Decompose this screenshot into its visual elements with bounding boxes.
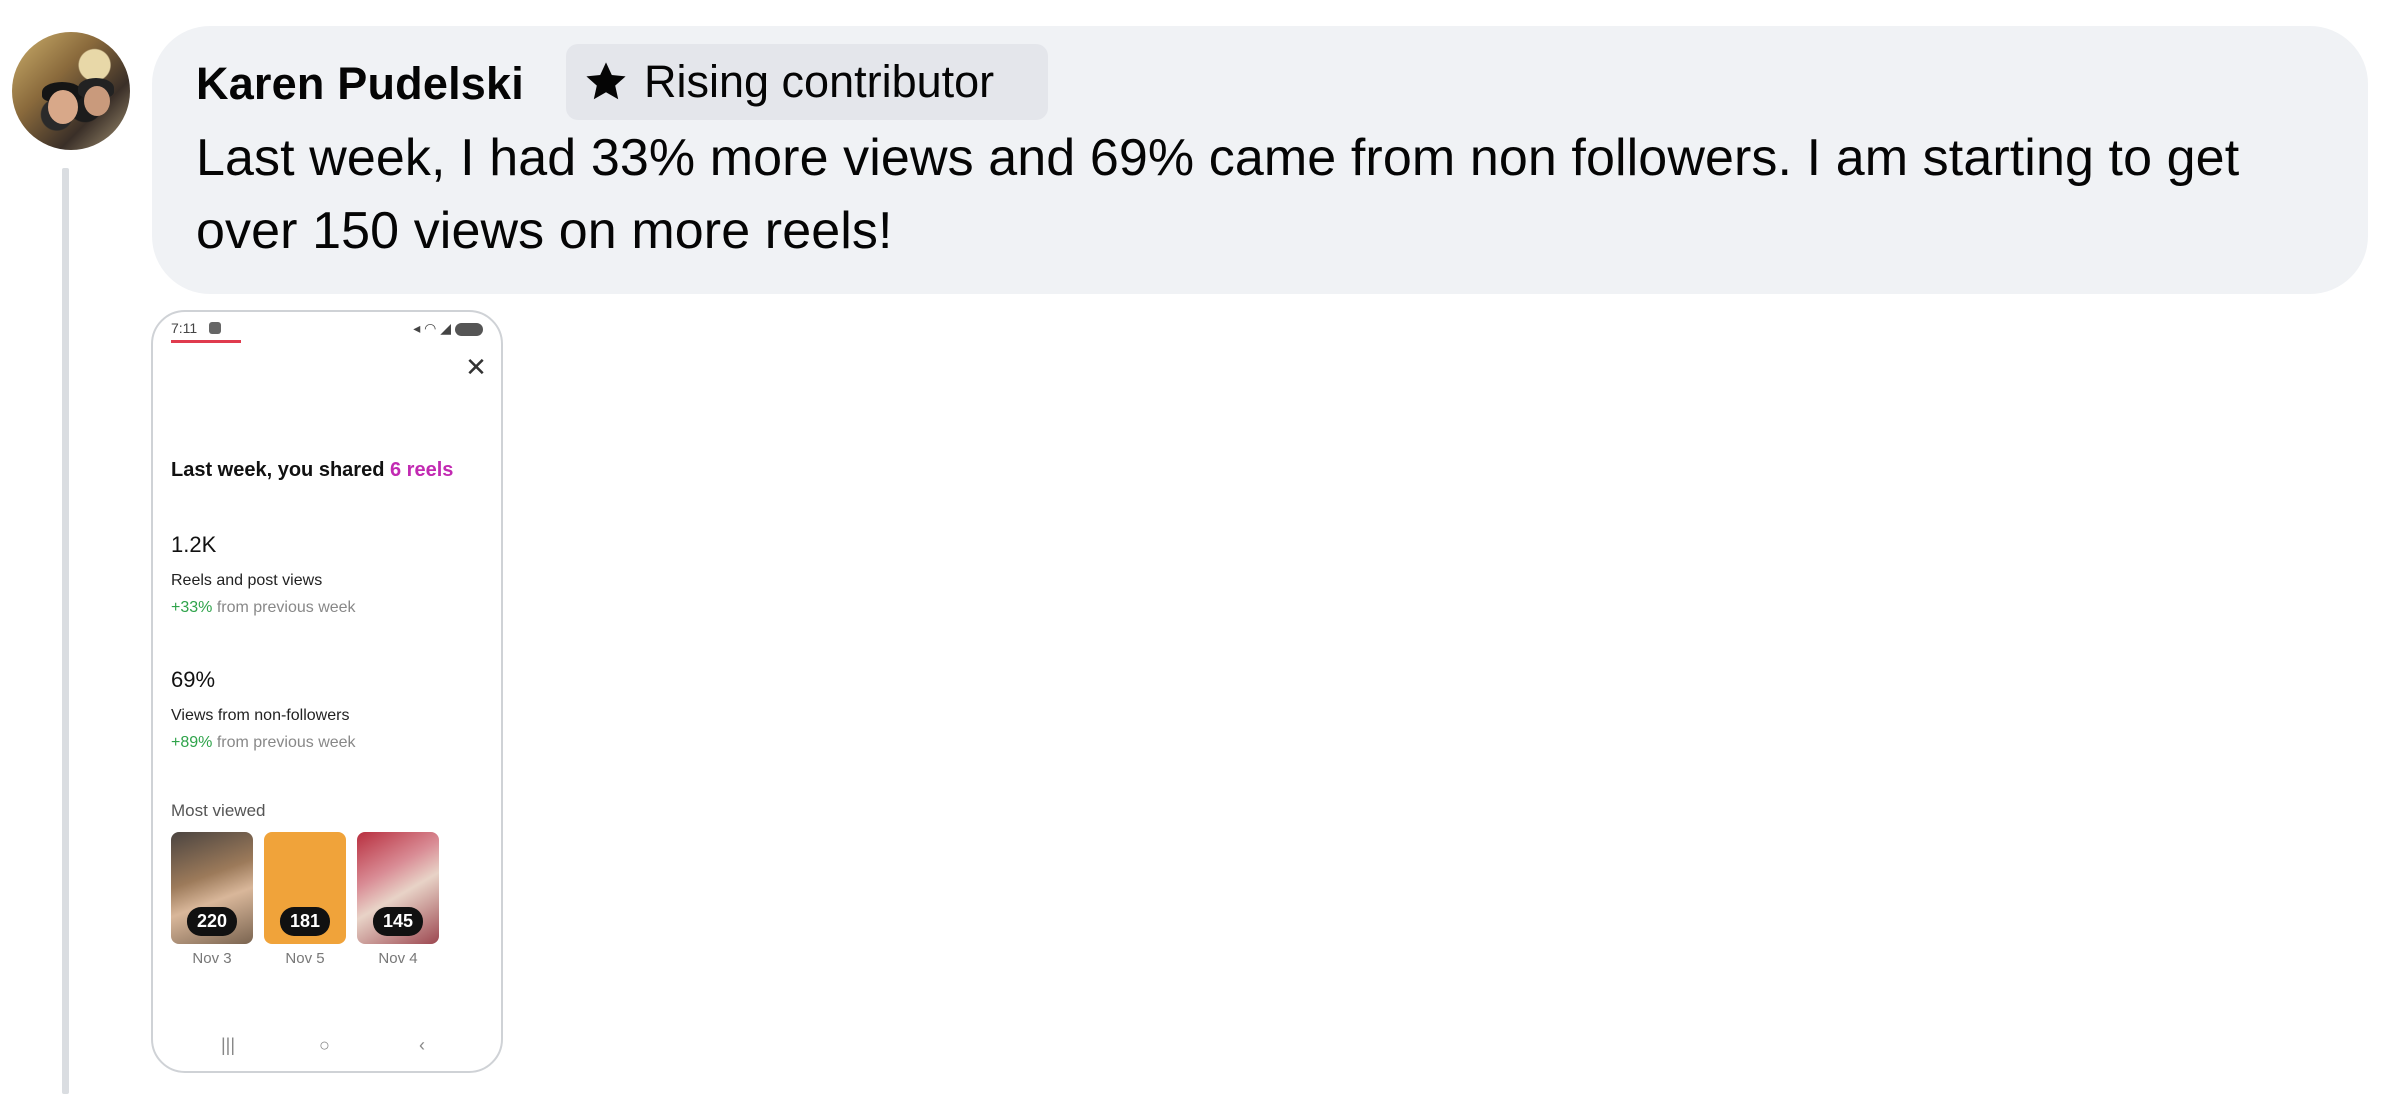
recents-icon[interactable]: ||| — [221, 1035, 235, 1056]
comment-text: Last week, I had 33% more views and 69% … — [196, 129, 2240, 260]
headline-prefix: Last week, you shared — [171, 459, 390, 481]
reel-date: Nov 3 — [192, 950, 232, 967]
attached-screenshot[interactable]: 7:11 ◂ ◠ ◢ ✕ Last week, you shared 6 ree… — [151, 310, 503, 1073]
badge-label: Rising contributor — [644, 56, 995, 107]
stat-change-pct: +89% — [171, 734, 213, 751]
status-time: 7:11 — [171, 320, 198, 336]
reel-thumbnail[interactable]: 220 — [171, 832, 253, 944]
stat-label: Reels and post views — [171, 572, 323, 589]
most-viewed-reels: 220 Nov 3 181 Nov 5 145 Nov 4 — [171, 832, 471, 972]
weekly-headline: Last week, you shared 6 reels — [171, 459, 453, 482]
status-bar: 7:11 ◂ ◠ ◢ — [171, 320, 483, 338]
reel-view-count: 220 — [186, 907, 238, 936]
battery-icon — [455, 322, 483, 336]
stat-value: 1.2K — [171, 532, 217, 557]
close-icon[interactable]: ✕ — [461, 352, 491, 382]
reel-thumbnail[interactable]: 181 — [264, 832, 346, 944]
notification-icon — [209, 322, 221, 334]
avatar-person — [48, 90, 78, 124]
stat-change-suffix: from previous week — [212, 734, 356, 751]
reel-view-count: 181 — [279, 907, 331, 936]
avatar[interactable] — [12, 32, 130, 150]
back-icon[interactable]: ‹ — [419, 1035, 425, 1056]
reel-thumbnail[interactable]: 145 — [357, 832, 439, 944]
headline-accent: 6 reels — [389, 459, 454, 481]
stat-change-suffix: from previous week — [212, 599, 356, 616]
star-icon — [586, 62, 626, 100]
author-name[interactable]: Karen Pudelski — [196, 56, 524, 112]
thread-line — [62, 168, 69, 1094]
home-icon[interactable]: ○ — [319, 1035, 330, 1056]
avatar-person — [84, 86, 110, 116]
stat-label: Views from non-followers — [171, 707, 350, 724]
stat-change: +33% from previous week — [171, 599, 356, 617]
reel-date: Nov 5 — [285, 950, 325, 967]
stat-change: +89% from previous week — [171, 734, 356, 752]
reel-view-count: 145 — [372, 907, 424, 936]
contributor-badge[interactable]: Rising contributor — [566, 44, 1048, 120]
most-viewed-label: Most viewed — [171, 801, 266, 820]
story-progress — [171, 340, 241, 343]
android-nav-bar: ||| ○ ‹ — [153, 1033, 501, 1063]
signal-icons: ◂ ◠ ◢ — [413, 320, 483, 337]
stat-change-pct: +33% — [171, 599, 213, 616]
reel-date: Nov 4 — [378, 950, 418, 967]
stat-value: 69% — [171, 667, 216, 692]
